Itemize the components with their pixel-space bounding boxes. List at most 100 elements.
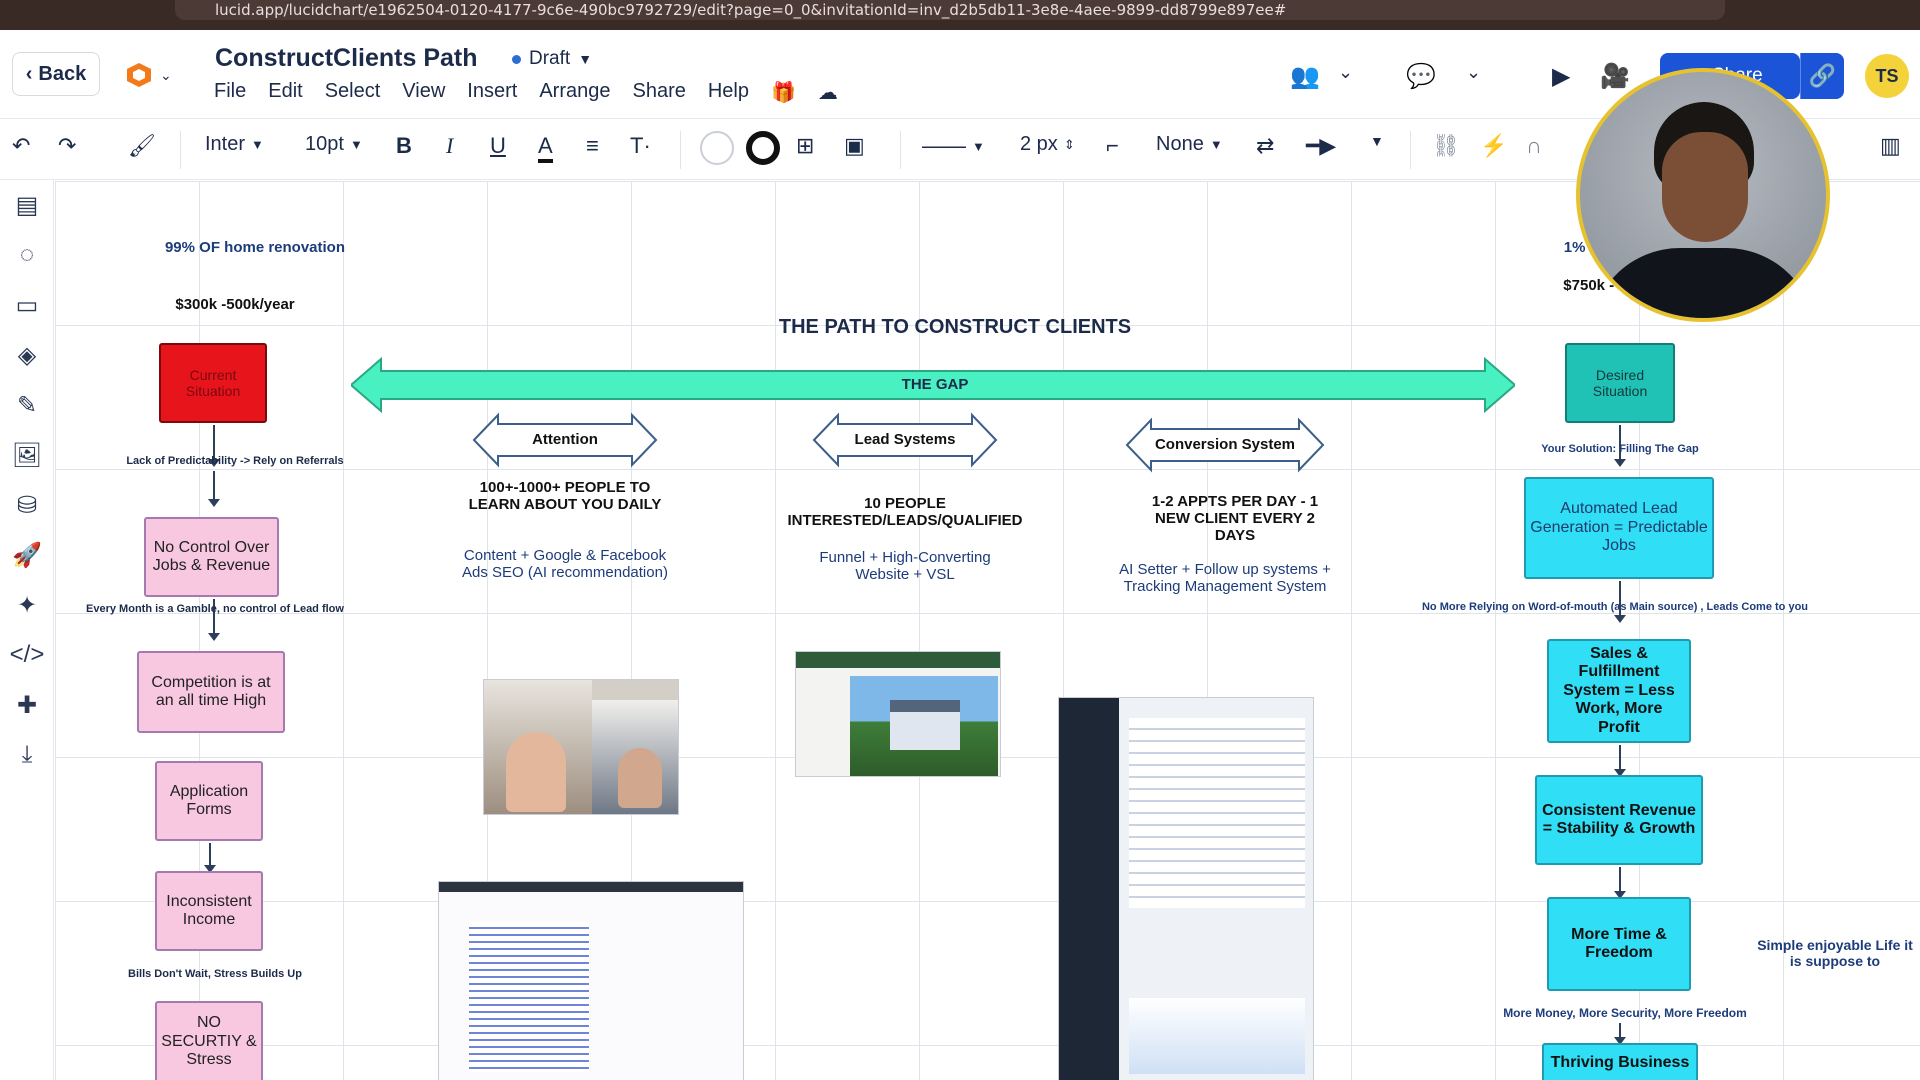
puzzle-icon[interactable]: ✚ — [12, 690, 42, 720]
gap-label: THE GAP — [901, 376, 969, 393]
automated-lead-box[interactable]: Automated Lead Generation = Predictable … — [1524, 477, 1714, 579]
dashboard-thumbnail[interactable] — [1058, 697, 1314, 1080]
gift-icon[interactable]: 🎁 — [771, 80, 796, 105]
menu-file[interactable]: File — [214, 80, 246, 105]
sparkle-icon[interactable]: ✦ — [12, 590, 42, 620]
video-thumbnail[interactable] — [483, 679, 679, 815]
align-icon[interactable]: ≡ — [586, 133, 599, 159]
current-situation-box[interactable]: Current Situation — [159, 343, 267, 423]
font-size-value: 10pt — [305, 133, 344, 155]
underline-icon[interactable]: U — [490, 133, 506, 159]
url-bar[interactable]: lucid.app/lucidchart/e1962504-0120-4177-… — [175, 0, 1725, 20]
thriving-business-box[interactable]: Thriving Business — [1542, 1043, 1698, 1080]
document-title[interactable]: ConstructClients Path — [215, 44, 478, 73]
magnet-icon[interactable]: ∩ — [1526, 133, 1542, 159]
divider — [900, 131, 901, 169]
format-painter-icon[interactable]: 🖌 — [128, 133, 156, 159]
frame-icon[interactable]: ▭ — [12, 290, 42, 320]
result-lines — [469, 922, 589, 1072]
caret-down-icon[interactable]: ▼ — [1370, 133, 1384, 149]
no-security-box[interactable]: NO SECURTIY & Stress — [155, 1001, 263, 1080]
menu-view[interactable]: View — [402, 80, 445, 105]
status-draft[interactable]: Draft ▼ — [512, 48, 592, 70]
rocket-icon[interactable]: 🚀 — [12, 540, 42, 570]
menu-select[interactable]: Select — [325, 80, 381, 105]
conversion-label: Conversion System — [1154, 436, 1296, 453]
link-icon[interactable]: ⛓ — [1432, 133, 1460, 159]
screenshot-bar — [439, 882, 743, 892]
line-shape-icon[interactable]: ⌐ — [1106, 133, 1119, 159]
style-icon[interactable]: ▣ — [844, 133, 865, 159]
presenter-face — [1662, 132, 1748, 242]
cloud-saved-icon[interactable]: ☁ — [818, 80, 838, 105]
lead-systems-label: Lead Systems — [854, 431, 956, 448]
database-icon[interactable]: ⛁ — [12, 490, 42, 520]
comment-icon[interactable]: 💬 — [1406, 62, 1436, 91]
desired-situation-box[interactable]: Desired Situation — [1565, 343, 1675, 423]
endpoint-value: None — [1156, 133, 1204, 155]
video-icon[interactable]: 🎥 — [1600, 62, 1630, 91]
caret-down-icon: ▼ — [578, 51, 593, 67]
font-select[interactable]: Inter ▼ — [205, 133, 264, 156]
text-color-icon[interactable]: A — [538, 133, 553, 163]
panel-toggle-icon[interactable]: ▥ — [1880, 133, 1901, 159]
chevron-down-icon[interactable]: ⌄ — [1338, 62, 1353, 83]
line-style-select[interactable]: —— ▼ — [922, 133, 985, 159]
inconsistent-income-box[interactable]: Inconsistent Income — [155, 871, 263, 951]
connector — [1614, 867, 1626, 899]
attention-label: Attention — [532, 431, 598, 448]
competition-box[interactable]: Competition is at an all time High — [137, 651, 285, 733]
pages-icon[interactable]: ▤ — [12, 190, 42, 220]
attention-headline: 100+-1000+ PEOPLE TO LEARN ABOUT YOU DAI… — [468, 479, 662, 513]
lucid-logo[interactable]: ⌄ — [124, 62, 178, 88]
shapes-icon[interactable]: ◌ — [12, 240, 42, 270]
time-freedom-box[interactable]: More Time & Freedom — [1547, 897, 1691, 991]
search-results-thumbnail[interactable] — [438, 881, 744, 1080]
chevron-down-icon[interactable]: ⌄ — [1466, 62, 1481, 83]
menu-share[interactable]: Share — [632, 80, 685, 105]
draft-dot-icon — [512, 54, 521, 64]
browser-bar: lucid.app/lucidchart/e1962504-0120-4177-… — [0, 0, 1920, 30]
swap-icon[interactable]: ⇄ — [1256, 133, 1274, 159]
website-thumbnail[interactable] — [795, 651, 1001, 777]
line-width-select[interactable]: 2 px ⇕ — [1020, 133, 1075, 156]
conversion-detail: AI Setter + Follow up systems + Tracking… — [1119, 561, 1331, 595]
back-button[interactable]: ‹ Back — [12, 52, 100, 96]
arrow-end-icon[interactable]: ━▶ — [1306, 133, 1336, 159]
font-size-select[interactable]: 10pt ▼ — [305, 133, 363, 156]
right-note-1: Your Solution: Filling The Gap — [1541, 443, 1699, 455]
webcam-overlay — [1576, 68, 1830, 322]
menu-edit[interactable]: Edit — [268, 80, 302, 105]
lightning-icon[interactable]: ⚡ — [1480, 133, 1507, 159]
present-icon[interactable]: ▶ — [1552, 62, 1570, 91]
magic-wand-icon[interactable]: ✎ — [12, 390, 42, 420]
redo-icon[interactable]: ↷ — [58, 133, 76, 159]
attention-detail: Content + Google & Facebook Ads SEO (AI … — [462, 547, 668, 581]
endpoint-select[interactable]: None ▼ — [1156, 133, 1223, 156]
link-icon[interactable]: 🔗 — [1800, 53, 1844, 99]
undo-icon[interactable]: ↶ — [12, 133, 30, 159]
fill-color-icon[interactable] — [700, 131, 734, 165]
fill-drop-icon[interactable]: ◈ — [12, 340, 42, 370]
line-color-icon[interactable] — [746, 131, 780, 165]
no-control-box[interactable]: No Control Over Jobs & Revenue — [144, 517, 279, 597]
avatar[interactable]: TS — [1865, 54, 1909, 98]
image-icon[interactable]: 🖼 — [12, 440, 42, 470]
bold-icon[interactable]: B — [396, 133, 412, 159]
text-options-icon[interactable]: T· — [630, 133, 651, 159]
lucid-logo-icon — [127, 63, 151, 87]
left-income: $300k -500k/year — [175, 296, 295, 313]
menu-arrange[interactable]: Arrange — [539, 80, 610, 105]
font-value: Inter — [205, 133, 246, 155]
code-icon[interactable]: </> — [10, 640, 45, 670]
shape-options-icon[interactable]: ⊞ — [796, 133, 814, 159]
sales-fulfillment-box[interactable]: Sales & Fulfillment System = Less Work, … — [1547, 639, 1691, 743]
import-icon[interactable]: ⤓ — [12, 740, 42, 770]
connector — [204, 843, 216, 873]
menu-help[interactable]: Help — [708, 80, 749, 105]
consistent-revenue-box[interactable]: Consistent Revenue = Stability & Growth — [1535, 775, 1703, 865]
menu-insert[interactable]: Insert — [467, 80, 517, 105]
application-forms-box[interactable]: Application Forms — [155, 761, 263, 841]
italic-icon[interactable]: I — [446, 133, 453, 159]
collaborators-icon[interactable]: 👥 — [1290, 62, 1320, 91]
